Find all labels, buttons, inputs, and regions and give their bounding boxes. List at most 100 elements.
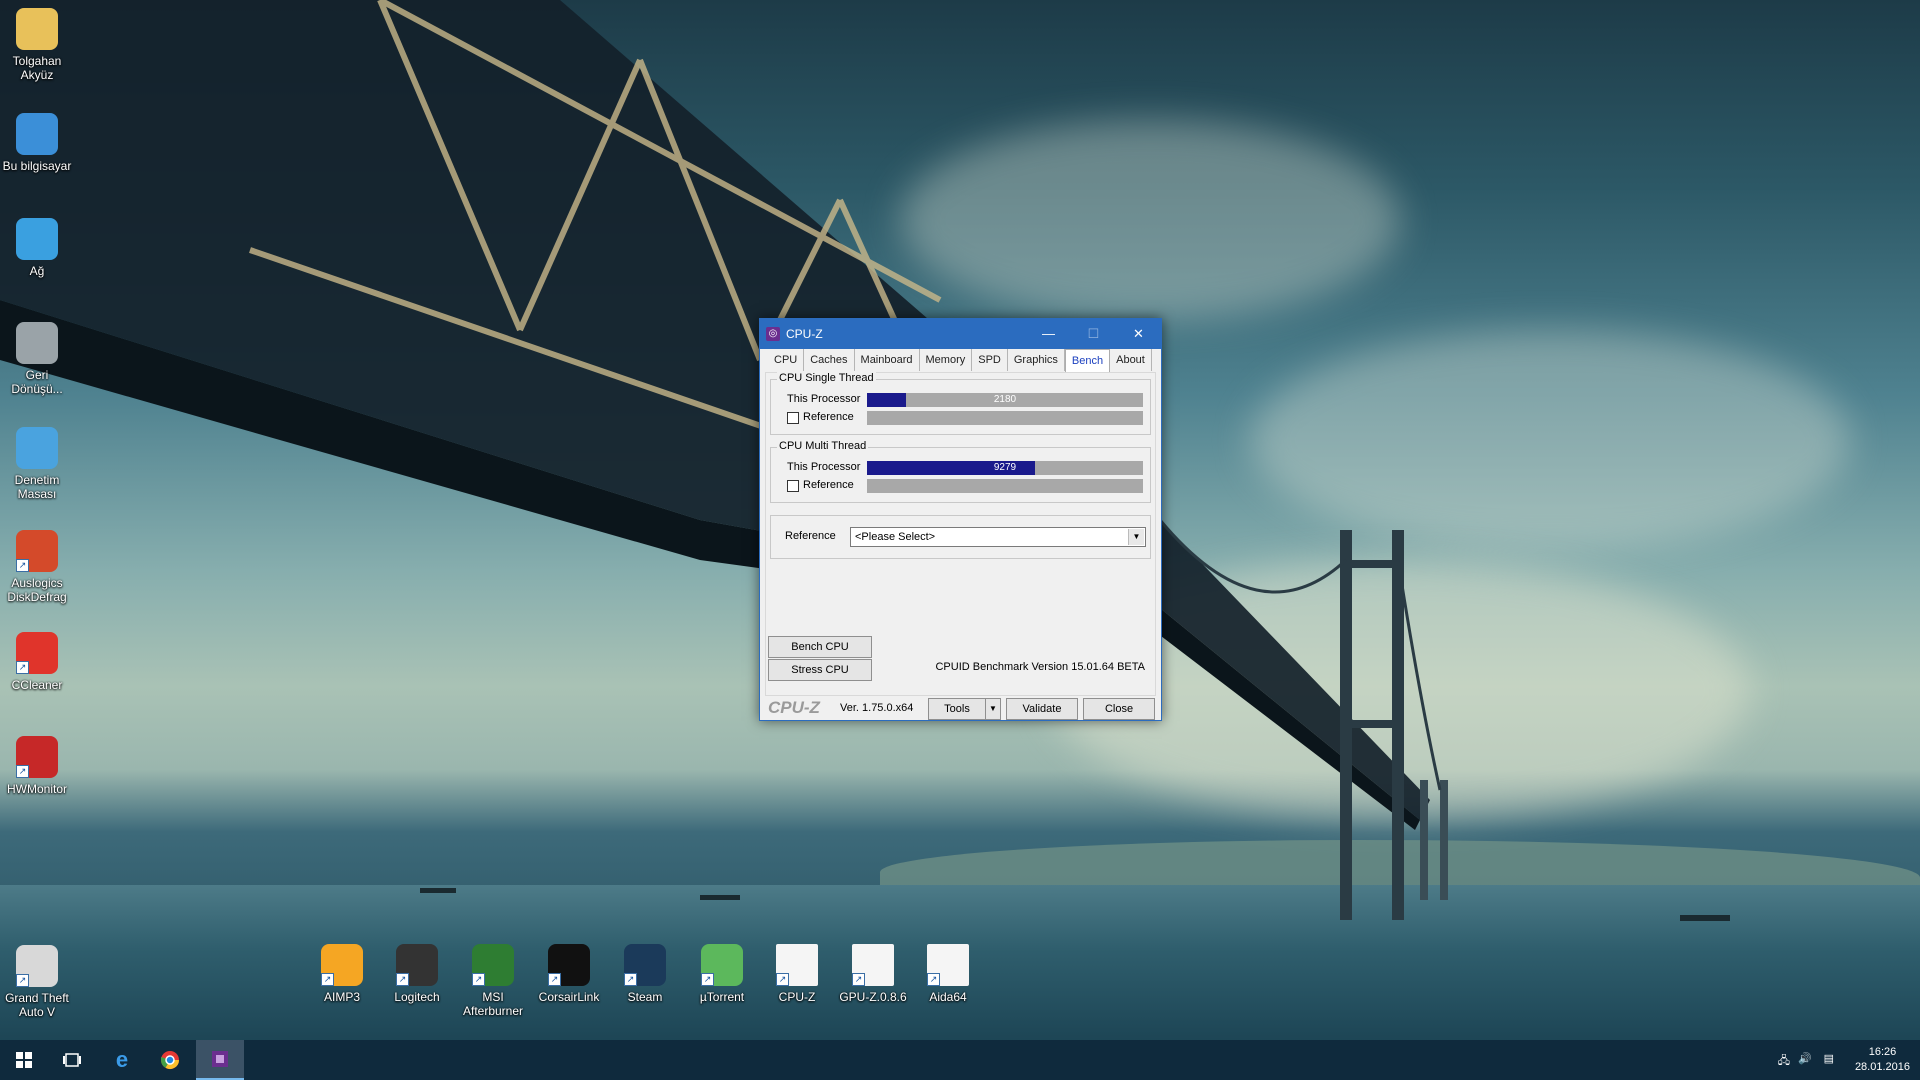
tab-cpu[interactable]: CPU	[768, 349, 805, 371]
version-text: Ver. 1.75.0.x64	[840, 702, 914, 714]
start-windows-icon[interactable]	[0, 1040, 48, 1080]
multi-thread-group: CPU Multi Thread This Processor 9279 Ref…	[770, 440, 1151, 503]
chevron-down-icon[interactable]: ▼	[1128, 529, 1144, 545]
left_icons-icon-item[interactable]: ↗ Grand Theft Auto V	[0, 945, 75, 1019]
desktop-icon-label: Tolgahan Akyüz	[12, 54, 62, 82]
desktop-icon-label: CCleaner	[11, 678, 63, 692]
tab-caches[interactable]: Caches	[804, 349, 855, 371]
desktop-icon-label: MSI Afterburner	[462, 990, 524, 1018]
volume-icon[interactable]: 🔊	[1798, 1052, 1812, 1065]
chrome-browser-icon[interactable]	[146, 1040, 194, 1080]
shortcut-arrow-icon: ↗	[396, 973, 409, 986]
bottom_icons-icon-item[interactable]: ↗ µTorrent	[684, 944, 760, 1004]
clock[interactable]: 16:26 28.01.2016	[1855, 1045, 1910, 1075]
bottom_icons-icon-item[interactable]: ↗ GPU-Z.0.8.6	[835, 944, 911, 1004]
tools-dropdown-icon[interactable]: ▼	[985, 698, 1001, 720]
shortcut-arrow-icon: ↗	[624, 973, 637, 986]
single-thread-legend: CPU Single Thread	[777, 372, 876, 384]
multi-this-bar: 9279	[867, 461, 1143, 475]
shortcut-arrow-icon: ↗	[16, 559, 29, 572]
tab-memory[interactable]: Memory	[920, 349, 973, 371]
desktop-icon-label: GPU-Z.0.8.6	[839, 990, 907, 1004]
reference-label: Reference	[785, 530, 836, 542]
single-ref-label: Reference	[803, 411, 854, 423]
tab-mainboard[interactable]: Mainboard	[855, 349, 920, 371]
desktop-icon-label: Aida64	[929, 990, 967, 1004]
bottom_icons-icon-item[interactable]: ↗ Steam	[607, 944, 683, 1004]
bottom_icons-icon-item[interactable]: ↗ CorsairLink	[531, 944, 607, 1004]
left_icons-icon-item[interactable]: ↗ HWMonitor	[0, 736, 75, 796]
tab-graphics[interactable]: Graphics	[1008, 349, 1065, 371]
bottom_icons-icon-item[interactable]: ↗ Logitech	[379, 944, 455, 1004]
action-center-icon[interactable]: ▤	[1824, 1052, 1834, 1065]
task-view-icon[interactable]	[48, 1040, 96, 1080]
left_icons-icon-item[interactable]: ↗ CCleaner	[0, 632, 75, 692]
left_icons-icon-item[interactable]: Bu bilgisayar	[0, 113, 75, 173]
multi-reference-checkbox[interactable]	[787, 480, 799, 492]
multi-this-value: 9279	[993, 462, 1017, 473]
tab-bench[interactable]: Bench	[1064, 349, 1111, 373]
bottom_icons-icon-item[interactable]: ↗ CPU-Z	[759, 944, 835, 1004]
single-thread-group: CPU Single Thread This Processor 2180 Re…	[770, 372, 1151, 435]
computer-icon	[16, 113, 58, 155]
multi-ref-bar	[867, 479, 1143, 493]
desktop-icon-label: µTorrent	[699, 990, 745, 1004]
maximize-button[interactable]: ☐	[1071, 319, 1116, 349]
msi-afterburner-icon: ↗	[472, 944, 514, 986]
cpuz-titlebar[interactable]: ◎ CPU-Z — ☐ ✕	[760, 319, 1161, 349]
bottom_icons-icon-item[interactable]: ↗ MSI Afterburner	[455, 944, 531, 1018]
file-icon: ↗	[927, 944, 969, 986]
bottom_icons-icon-item[interactable]: ↗ Aida64	[910, 944, 986, 1004]
shortcut-arrow-icon: ↗	[16, 661, 29, 674]
shortcut-arrow-icon: ↗	[701, 973, 714, 986]
desktop-icon-label: HWMonitor	[6, 782, 67, 796]
cpuz-taskbar-icon[interactable]	[196, 1040, 244, 1080]
shortcut-arrow-icon: ↗	[927, 973, 940, 986]
multi-this-label: This Processor	[787, 461, 861, 473]
close-window-button[interactable]: ✕	[1116, 319, 1161, 349]
shortcut-arrow-icon: ↗	[852, 973, 865, 986]
single-this-value: 2180	[993, 394, 1017, 405]
shortcut-arrow-icon: ↗	[776, 973, 789, 986]
edge-browser-icon[interactable]: e	[98, 1040, 146, 1080]
left_icons-icon-item[interactable]: ↗ Auslogics DiskDefrag	[0, 530, 75, 604]
single-ref-bar	[867, 411, 1143, 425]
stress-cpu-button[interactable]: Stress CPU	[768, 659, 872, 681]
shortcut-arrow-icon: ↗	[548, 973, 561, 986]
single-reference-checkbox[interactable]	[787, 412, 799, 424]
reference-select[interactable]: <Please Select> ▼	[850, 527, 1146, 547]
minimize-button[interactable]: —	[1026, 319, 1071, 349]
desktop-icon-label: AIMP3	[323, 990, 360, 1004]
tab-about[interactable]: About	[1110, 349, 1152, 371]
user-folder-icon	[16, 8, 58, 50]
close-button[interactable]: Close	[1083, 698, 1155, 720]
left_icons-icon-item[interactable]: Denetim Masası	[0, 427, 75, 501]
bench-version-text: CPUID Benchmark Version 15.01.64 BETA	[935, 661, 1145, 673]
left_icons-icon-item[interactable]: Tolgahan Akyüz	[0, 8, 75, 82]
aimp-icon: ↗	[321, 944, 363, 986]
left_icons-icon-item[interactable]: Geri Dönüşü...	[0, 322, 75, 396]
tools-button[interactable]: Tools	[928, 698, 986, 720]
file-icon: ↗	[776, 944, 818, 986]
steam-icon: ↗	[624, 944, 666, 986]
multi-ref-row: Reference	[771, 478, 1150, 494]
diskdefrag-icon: ↗	[16, 530, 58, 572]
bench-cpu-button[interactable]: Bench CPU	[768, 636, 872, 658]
desktop-icon-label: Grand Theft Auto V	[5, 991, 69, 1019]
taskbar: e 🖧 🔊 ▤ 16:26 28.01.2016	[0, 1040, 1920, 1080]
bottom_icons-icon-item[interactable]: ↗ AIMP3	[304, 944, 380, 1004]
single-ref-row: Reference	[771, 410, 1150, 426]
cpuz-logo: CPU-Z	[768, 698, 820, 717]
desktop-icon-label: Auslogics DiskDefrag	[7, 576, 67, 604]
desktop-icon-label: Denetim Masası	[14, 473, 60, 501]
validate-button[interactable]: Validate	[1006, 698, 1078, 720]
clock-date: 28.01.2016	[1854, 1061, 1910, 1073]
cpuz-footer: CPU-Z Ver. 1.75.0.x64 Tools ▼ Validate C…	[760, 696, 1161, 720]
left_icons-icon-item[interactable]: Ağ	[0, 218, 75, 278]
network-icon[interactable]: 🖧	[1778, 1052, 1790, 1071]
reference-group: Reference <Please Select> ▼	[770, 515, 1151, 559]
tab-spd[interactable]: SPD	[972, 349, 1008, 371]
reference-select-value: <Please Select>	[855, 531, 936, 543]
desktop-icon-label: Bu bilgisayar	[2, 159, 72, 173]
tab-bar: CPU Caches Mainboard Memory SPD Graphics…	[768, 349, 1152, 373]
